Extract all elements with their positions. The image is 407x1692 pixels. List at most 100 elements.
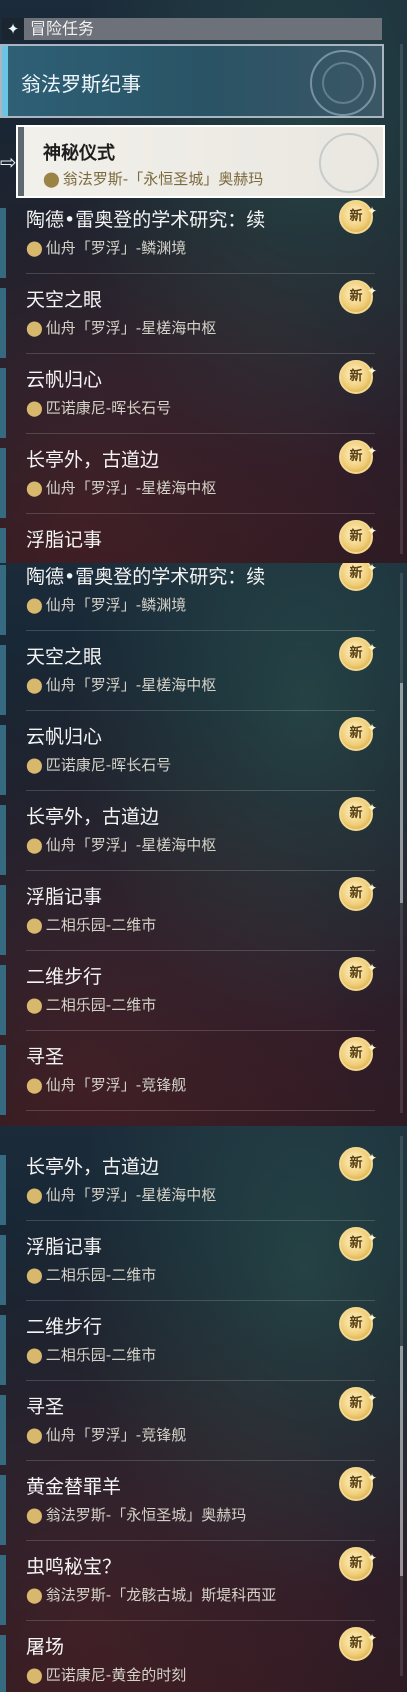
item-bar	[0, 565, 6, 635]
quest-location-text: 仙舟「罗浮」-竞锋舰	[45, 1076, 187, 1094]
region-group-header[interactable]: 翁法罗斯纪事	[0, 44, 384, 118]
quest-location: ⬤ 二相乐园-二维市	[26, 1344, 156, 1365]
quest-item[interactable]: 陶德•雷奥登的学术研究：续 ⬤ 仙舟「罗浮」-鳞渊境 新 ✦	[0, 563, 385, 635]
quest-item[interactable]: 天空之眼 ⬤ 仙舟「罗浮」-星槎海中枢 新 ✦	[0, 278, 385, 358]
quest-title: 长亭外，古道边	[26, 449, 160, 471]
item-divider	[26, 1620, 375, 1621]
quest-title: 二维步行	[26, 1316, 103, 1338]
location-pin-icon: ⬤	[26, 756, 43, 774]
location-pin-icon: ⬤	[43, 170, 60, 188]
quest-location-text: 二相乐园-二维市	[45, 1346, 157, 1364]
scrollbar-thumb[interactable]	[400, 683, 403, 903]
quest-item[interactable]: 天空之眼 ⬤ 仙舟「罗浮」-星槎海中枢 新 ✦	[0, 635, 385, 715]
new-badge-icon: 新 ✦	[339, 1547, 377, 1581]
quest-location-text: 仙舟「罗浮」-星槎海中枢	[45, 676, 217, 694]
quest-item[interactable]: 陶德•雷奥登的学术研究：续 ⬤ 仙舟「罗浮」-鳞渊境 新 ✦	[0, 198, 385, 278]
item-divider	[26, 1220, 375, 1221]
quest-item[interactable]: 云帆归心 ⬤ 匹诺康尼-晖长石号 新 ✦	[0, 715, 385, 795]
quest-item[interactable]: 虫鸣秘宝？ ⬤ 翁法罗斯-「龙骸古城」斯堤科西亚 新 ✦	[0, 1545, 385, 1625]
new-badge-icon: 新 ✦	[339, 1227, 377, 1261]
quest-item[interactable]: 浮脂记事 新 ✦	[0, 518, 385, 563]
new-badge-icon: 新 ✦	[339, 360, 377, 394]
quest-location: ⬤ 仙舟「罗浮」-竞锋舰	[26, 1074, 186, 1095]
selection-arrow-icon: ⇨	[0, 150, 17, 174]
quest-title: 黄金替罪羊	[26, 1476, 122, 1498]
quest-location-text: 匹诺康尼-晖长石号	[45, 756, 172, 774]
quest-location: ⬤ 二相乐园-二维市	[26, 914, 156, 935]
item-divider	[26, 630, 375, 631]
quest-item-selected[interactable]: 神秘仪式 ⬤ 翁法罗斯-「永恒圣城」奥赫玛	[16, 125, 385, 198]
quest-title: 二维步行	[26, 966, 103, 988]
item-divider	[26, 790, 375, 791]
quest-emblem-icon	[319, 133, 379, 193]
item-divider	[26, 950, 375, 951]
quest-title: 陶德•雷奥登的学术研究：续	[26, 209, 266, 231]
quest-location-text: 翁法罗斯-「龙骸古城」斯堤科西亚	[45, 1586, 277, 1604]
quest-location-text: 仙舟「罗浮」-鳞渊境	[45, 239, 187, 257]
location-pin-icon: ⬤	[26, 1586, 43, 1604]
quest-location-text: 匹诺康尼-黄金的时刻	[45, 1666, 187, 1684]
scrollbar-track[interactable]	[400, 44, 403, 554]
category-header[interactable]: ✦ 冒险任务	[2, 18, 382, 40]
quest-item[interactable]: 云帆归心 ⬤ 匹诺康尼-晖长石号 新 ✦	[0, 358, 385, 438]
item-bar	[0, 885, 6, 955]
new-badge-icon: 新 ✦	[339, 1627, 377, 1661]
new-badge-icon: 新 ✦	[339, 637, 377, 671]
quest-item[interactable]: 浮脂记事 ⬤ 二相乐园-二维市 新 ✦	[0, 875, 385, 955]
item-bar	[0, 528, 6, 563]
new-badge-icon: 新 ✦	[339, 1147, 377, 1181]
quest-title: 神秘仪式	[43, 143, 115, 164]
item-bar	[0, 448, 6, 518]
item-bar	[0, 965, 6, 1035]
item-bar	[0, 1045, 6, 1115]
quest-item[interactable]: 二维步行 ⬤ 二相乐园-二维市 新 ✦	[0, 1305, 385, 1385]
location-pin-icon: ⬤	[26, 1266, 43, 1284]
quest-location-text: 翁法罗斯-「永恒圣城」奥赫玛	[45, 1506, 247, 1524]
quest-title: 长亭外，古道边	[26, 1156, 160, 1178]
quest-location: ⬤ 仙舟「罗浮」-鳞渊境	[26, 237, 186, 258]
new-badge-icon: 新 ✦	[339, 1037, 377, 1071]
location-pin-icon: ⬤	[26, 1666, 43, 1684]
item-bar	[0, 1235, 6, 1305]
item-bar	[0, 1635, 6, 1692]
item-bar	[0, 1155, 6, 1225]
quest-title: 云帆归心	[26, 369, 103, 391]
quest-location: ⬤ 匹诺康尼-晖长石号	[26, 754, 171, 775]
quest-item[interactable]: 长亭外，古道边 ⬤ 仙舟「罗浮」-星槎海中枢 新 ✦	[0, 438, 385, 518]
quest-title: 屠场	[26, 1636, 65, 1658]
quest-item[interactable]: 寻圣 ⬤ 仙舟「罗浮」-竞锋舰 新 ✦	[0, 1385, 385, 1465]
quest-item[interactable]: 屠场 ⬤ 匹诺康尼-黄金的时刻 新 ✦	[0, 1625, 385, 1692]
quest-item[interactable]: 长亭外，古道边 ⬤ 仙舟「罗浮」-星槎海中枢 新 ✦	[0, 1145, 385, 1225]
location-pin-icon: ⬤	[26, 676, 43, 694]
item-divider	[26, 1380, 375, 1381]
quest-location-text: 仙舟「罗浮」-星槎海中枢	[45, 479, 217, 497]
quest-location-text: 二相乐园-二维市	[45, 916, 157, 934]
region-accent-bar	[2, 46, 8, 116]
item-bar	[0, 1555, 6, 1625]
item-divider	[26, 1540, 375, 1541]
new-badge-icon: 新 ✦	[339, 200, 377, 234]
item-divider	[26, 1110, 375, 1111]
item-divider	[26, 353, 375, 354]
new-badge-icon: 新 ✦	[339, 1387, 377, 1421]
location-pin-icon: ⬤	[26, 996, 43, 1014]
quest-item[interactable]: 长亭外，古道边 ⬤ 仙舟「罗浮」-星槎海中枢 新 ✦	[0, 795, 385, 875]
quest-item[interactable]: 寻圣 ⬤ 仙舟「罗浮」-竞锋舰 新 ✦	[0, 1035, 385, 1115]
new-badge-icon: 新 ✦	[339, 440, 377, 474]
category-title: 冒险任务	[30, 19, 95, 38]
quest-location: ⬤ 仙舟「罗浮」-鳞渊境	[26, 594, 186, 615]
item-bar	[0, 1315, 6, 1385]
quest-item[interactable]: 黄金替罪羊 ⬤ 翁法罗斯-「永恒圣城」奥赫玛 新 ✦	[0, 1465, 385, 1545]
quest-item[interactable]: 二维步行 ⬤ 二相乐园-二维市 新 ✦	[0, 955, 385, 1035]
quest-title: 浮脂记事	[26, 1236, 103, 1258]
scrollbar-thumb[interactable]	[400, 1346, 403, 1576]
quest-location: ⬤ 仙舟「罗浮」-星槎海中枢	[26, 1184, 216, 1205]
quest-item[interactable]: 浮脂记事 ⬤ 二相乐园-二维市 新 ✦	[0, 1225, 385, 1305]
new-badge-icon: 新 ✦	[339, 1307, 377, 1341]
new-badge-icon: 新 ✦	[339, 877, 377, 911]
region-title: 翁法罗斯纪事	[21, 72, 141, 96]
quest-list-panel-2: 陶德•雷奥登的学术研究：续 ⬤ 仙舟「罗浮」-鳞渊境 新 ✦ 天空之眼 ⬤ 仙舟「罗浮…	[0, 563, 407, 1126]
item-divider	[26, 273, 375, 274]
new-badge-icon: 新 ✦	[339, 1467, 377, 1501]
selected-bar	[18, 127, 24, 196]
